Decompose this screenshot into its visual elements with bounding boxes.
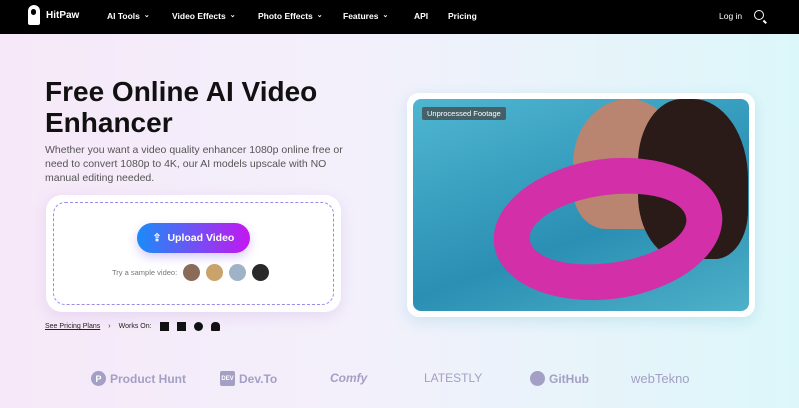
chevron-down-icon: ⌄ (143, 12, 150, 19)
mac-icon[interactable] (176, 322, 186, 331)
chevron-down-icon: ⌄ (316, 12, 323, 19)
chevron-down-icon: ⌄ (229, 12, 236, 19)
upload-video-button[interactable]: ⇪ Upload Video (137, 223, 250, 253)
drop-zone[interactable] (53, 202, 334, 305)
page-title: Free Online AI Video Enhancer (45, 76, 318, 138)
works-on-row: See Pricing Plans › Works On: (45, 322, 220, 331)
nav-label: API (414, 11, 429, 21)
nav-ai-tools[interactable]: AI Tools ⌄ (107, 11, 150, 21)
nav-label: Pricing (448, 11, 477, 21)
chevron-down-icon: ⌄ (382, 12, 389, 19)
brand-label: Dev.To (239, 371, 278, 386)
upload-label: Upload Video (167, 232, 235, 244)
search-icon[interactable] (754, 10, 764, 20)
footage-tag: Unprocessed Footage (422, 107, 506, 120)
nav-label: AI Tools (107, 11, 140, 21)
sample-thumb[interactable] (183, 264, 201, 281)
hitpaw-logo[interactable]: HitPaw (28, 5, 79, 25)
nav-features[interactable]: Features ⌄ (343, 11, 388, 21)
dev-icon: DEV (220, 371, 235, 386)
nav-video-effects[interactable]: Video Effects ⌄ (172, 11, 236, 21)
brand-devto: DEV Dev.To (220, 371, 277, 386)
github-icon (530, 371, 545, 386)
brand-latestly: LATESTLY (424, 371, 483, 385)
upload-icon: ⇪ (152, 232, 162, 244)
sample-thumb[interactable] (206, 264, 224, 281)
brand-github: GitHub (530, 371, 589, 386)
login-link[interactable]: Log in (719, 11, 742, 21)
brand-comfy: Comfy (330, 371, 368, 385)
android-icon[interactable] (210, 322, 220, 331)
sample-label: Try a sample video: (112, 268, 178, 277)
nav-photo-effects[interactable]: Photo Effects ⌄ (258, 11, 323, 21)
brand-label: Product Hunt (110, 371, 186, 386)
hero-description: Whether you want a video quality enhance… (45, 144, 343, 184)
windows-icon[interactable] (159, 322, 169, 331)
nav-pricing[interactable]: Pricing (448, 11, 477, 21)
logo-icon (28, 5, 40, 25)
works-on-label: Works On: (118, 323, 152, 330)
sample-videos: Try a sample video: (112, 264, 270, 281)
see-pricing-link[interactable]: See Pricing Plans (45, 323, 100, 330)
brand-webtekno: webTekno (631, 371, 690, 386)
nav-api[interactable]: API (414, 11, 428, 21)
sample-thumb[interactable] (252, 264, 270, 281)
nav-label: Video Effects (172, 11, 226, 21)
brand-product-hunt: P Product Hunt (91, 371, 186, 386)
brand-label: GitHub (549, 371, 589, 386)
nav-label: Features (343, 11, 379, 21)
top-nav: HitPaw AI Tools ⌄ Video Effects ⌄ Photo Ef… (0, 0, 799, 34)
nav-label: Photo Effects (258, 11, 313, 21)
brand-name: HitPaw (46, 9, 80, 21)
product-hunt-icon: P (91, 371, 106, 386)
chevron-right-icon: › (108, 323, 111, 330)
brand-logos: P Product Hunt DEV Dev.To Comfy LATESTLY G… (0, 371, 799, 389)
video-preview: Unprocessed Footage (407, 93, 755, 317)
app-store-icon[interactable] (193, 322, 203, 331)
sample-thumb[interactable] (229, 264, 247, 281)
upload-card[interactable] (46, 195, 341, 312)
